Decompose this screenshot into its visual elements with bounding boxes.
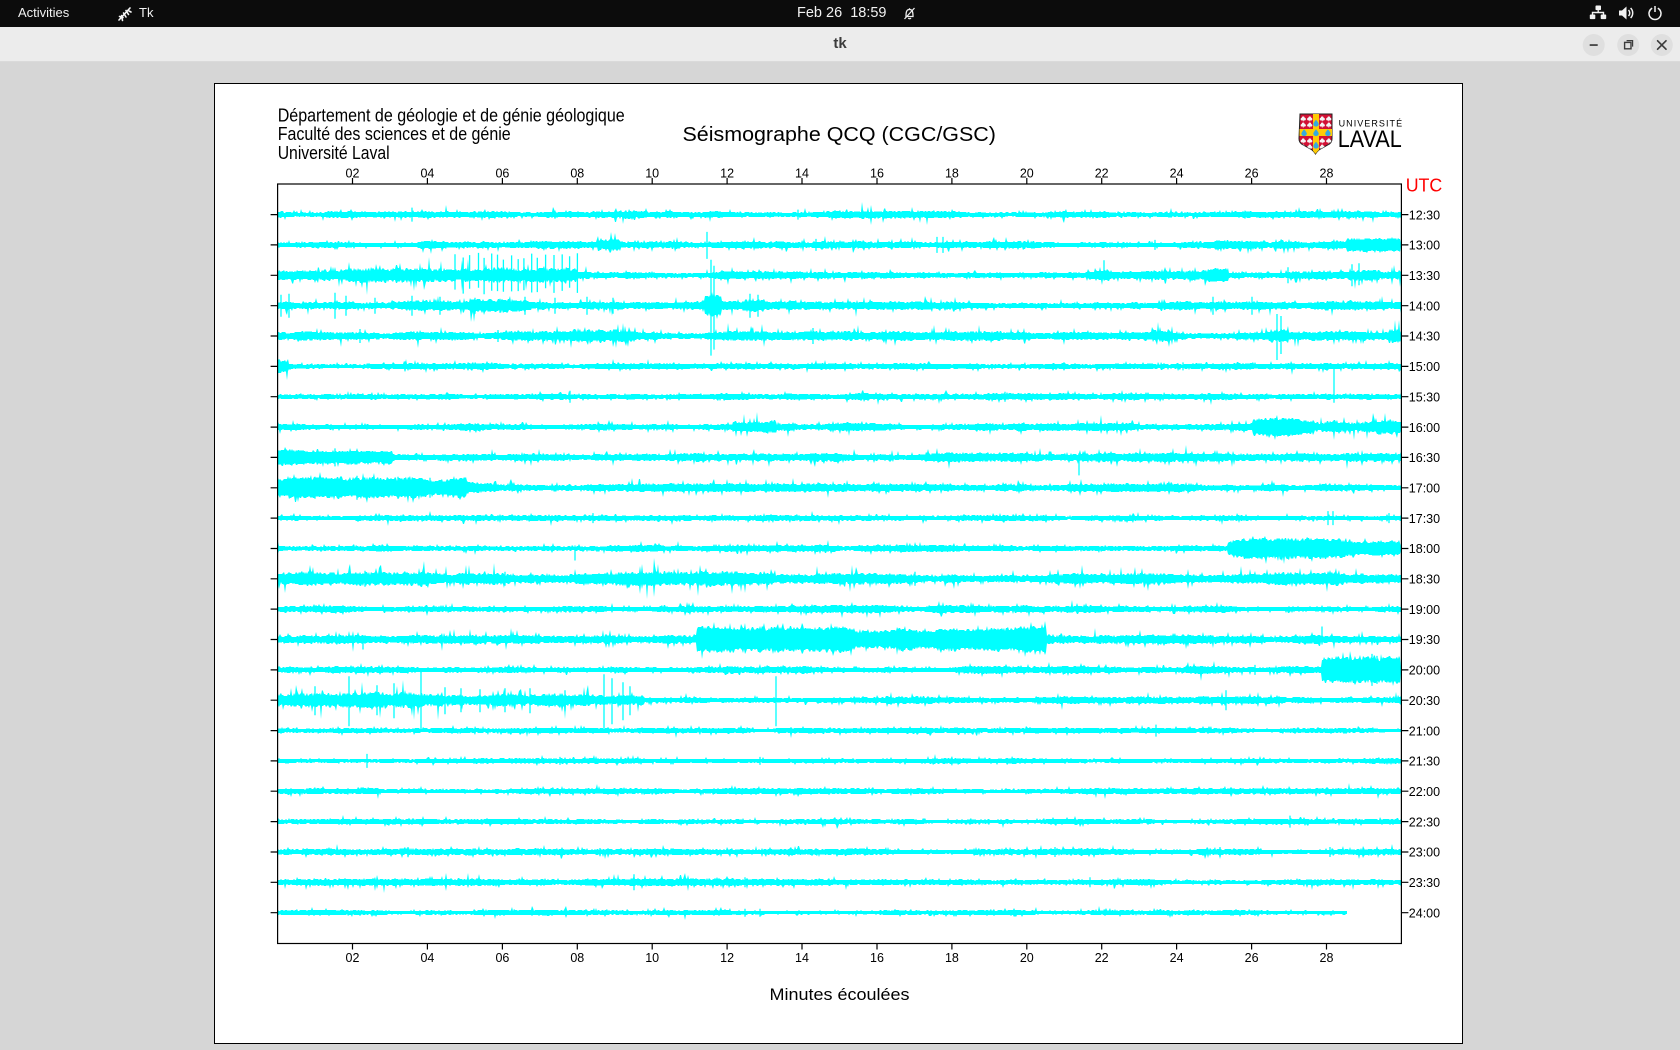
svg-text:06: 06	[495, 951, 509, 965]
svg-text:14: 14	[795, 167, 809, 181]
svg-text:15:30: 15:30	[1409, 390, 1440, 404]
svg-text:20: 20	[1020, 951, 1034, 965]
svg-text:Département de géologie et de: Département de géologie et de génie géol…	[278, 105, 625, 125]
svg-text:17:30: 17:30	[1409, 512, 1440, 526]
svg-text:10: 10	[645, 167, 659, 181]
svg-text:26: 26	[1245, 167, 1259, 181]
svg-text:19:00: 19:00	[1409, 603, 1440, 617]
svg-text:22: 22	[1095, 951, 1109, 965]
svg-text:UTC: UTC	[1406, 175, 1443, 196]
svg-text:Université Laval: Université Laval	[278, 143, 390, 163]
svg-text:13:00: 13:00	[1409, 239, 1440, 253]
svg-text:23:30: 23:30	[1409, 876, 1440, 890]
svg-text:13:30: 13:30	[1409, 269, 1440, 283]
svg-text:04: 04	[420, 951, 434, 965]
svg-text:23:00: 23:00	[1409, 846, 1440, 860]
svg-text:24: 24	[1170, 167, 1184, 181]
svg-text:16: 16	[870, 167, 884, 181]
svg-text:08: 08	[570, 167, 584, 181]
svg-text:15:00: 15:00	[1409, 360, 1440, 374]
svg-text:12: 12	[720, 951, 734, 965]
svg-text:21:30: 21:30	[1409, 755, 1440, 769]
svg-text:16:30: 16:30	[1409, 451, 1440, 465]
svg-text:12: 12	[720, 167, 734, 181]
svg-text:12:30: 12:30	[1409, 208, 1440, 222]
svg-text:LAVAL: LAVAL	[1338, 126, 1402, 153]
svg-text:18:00: 18:00	[1409, 542, 1440, 556]
svg-text:18: 18	[945, 167, 959, 181]
svg-text:16: 16	[870, 951, 884, 965]
svg-text:24:00: 24:00	[1409, 906, 1440, 920]
svg-text:21:00: 21:00	[1409, 724, 1440, 738]
svg-text:18: 18	[945, 951, 959, 965]
svg-text:18:30: 18:30	[1409, 573, 1440, 587]
svg-text:24: 24	[1170, 951, 1184, 965]
svg-text:08: 08	[570, 951, 584, 965]
svg-text:19:30: 19:30	[1409, 633, 1440, 647]
svg-text:06: 06	[495, 167, 509, 181]
svg-text:22:30: 22:30	[1409, 815, 1440, 829]
svg-text:20:30: 20:30	[1409, 694, 1440, 708]
svg-text:14:00: 14:00	[1409, 299, 1440, 313]
svg-text:14: 14	[795, 951, 809, 965]
svg-text:26: 26	[1245, 951, 1259, 965]
svg-text:10: 10	[645, 951, 659, 965]
svg-text:02: 02	[346, 951, 360, 965]
svg-text:Minutes écoulées: Minutes écoulées	[770, 985, 910, 1004]
svg-text:14:30: 14:30	[1409, 330, 1440, 344]
svg-text:20:00: 20:00	[1409, 664, 1440, 678]
svg-text:22: 22	[1095, 167, 1109, 181]
svg-text:28: 28	[1320, 167, 1334, 181]
svg-text:Faculté des sciences et de gén: Faculté des sciences et de génie	[278, 124, 511, 144]
svg-text:16:00: 16:00	[1409, 421, 1440, 435]
svg-text:Séismographe QCQ (CGC/GSC): Séismographe QCQ (CGC/GSC)	[683, 124, 996, 146]
svg-text:22:00: 22:00	[1409, 785, 1440, 799]
svg-text:04: 04	[420, 167, 434, 181]
svg-text:02: 02	[346, 167, 360, 181]
svg-text:28: 28	[1320, 951, 1334, 965]
svg-text:17:00: 17:00	[1409, 481, 1440, 495]
svg-text:20: 20	[1020, 167, 1034, 181]
